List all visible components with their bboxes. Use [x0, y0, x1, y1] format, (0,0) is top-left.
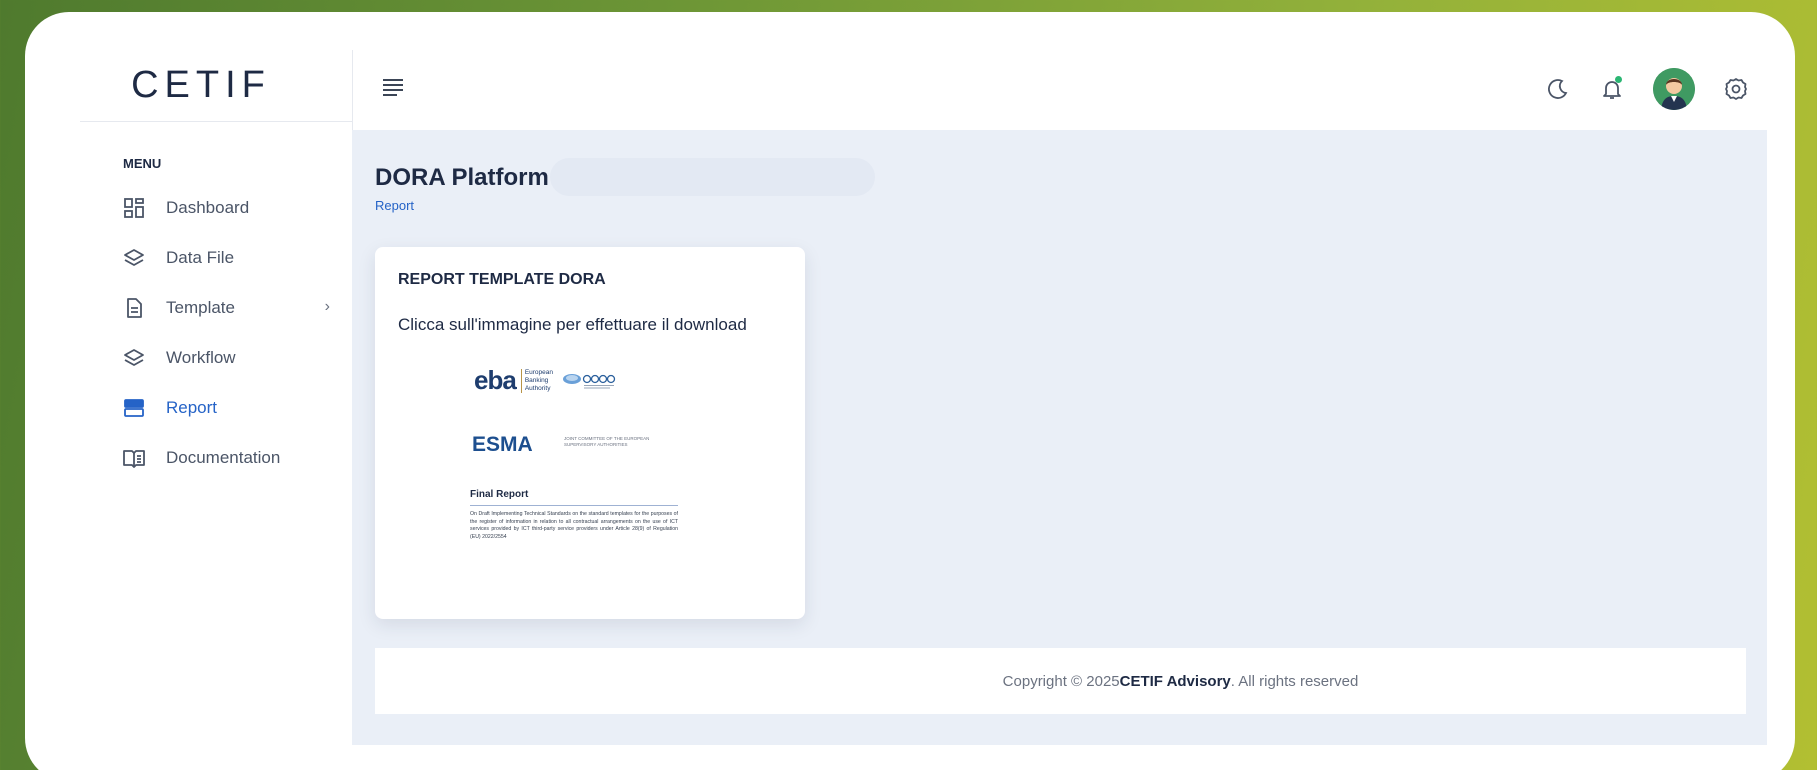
sidebar-item-dashboard[interactable]: Dashboard — [80, 183, 352, 233]
eba-logo-word: eba — [474, 365, 517, 395]
eba-logo: eba European Banking Authority — [474, 365, 553, 396]
esma-logo: ESMA — [472, 433, 533, 456]
sidebar-item-label: Workflow — [166, 348, 236, 367]
logo-area: CETIF — [80, 50, 352, 122]
sidebar-item-workflow[interactable]: Workflow — [80, 333, 352, 383]
menu-icon[interactable] — [381, 76, 405, 98]
eba-logo-text: European Banking Authority — [520, 368, 554, 393]
eiopa-logo — [562, 370, 620, 390]
layers-icon — [122, 246, 146, 270]
sidebar-item-data-file[interactable]: Data File — [80, 233, 352, 283]
title-decoration — [550, 158, 875, 196]
sidebar: CETIF MENU Dashboard Data File Template … — [80, 50, 352, 770]
card-instructions: Clicca sull'immagine per effettuare il d… — [398, 315, 747, 334]
notification-dot — [1615, 76, 1622, 83]
document-icon — [122, 296, 146, 320]
book-icon — [122, 446, 146, 470]
eba-line: Banking — [524, 376, 549, 384]
footer-rights: . All rights reserved — [1230, 672, 1359, 690]
main-content: DORA Platform Report REPORT TEMPLATE DOR… — [352, 130, 1767, 745]
eba-line: European — [524, 368, 554, 376]
breadcrumb[interactable]: Report — [375, 198, 414, 213]
page-title: DORA Platform — [375, 164, 549, 191]
avatar[interactable] — [1653, 68, 1695, 110]
gear-icon[interactable] — [1723, 76, 1749, 102]
sidebar-item-label: Dashboard — [166, 198, 250, 217]
server-icon — [122, 396, 146, 420]
report-title: Final Report — [470, 489, 529, 500]
sidebar-item-template[interactable]: Template › — [80, 283, 352, 333]
dashboard-icon — [122, 196, 146, 220]
sidebar-item-label: Report — [166, 398, 218, 417]
topbar — [352, 50, 1767, 130]
footer-copyright: Copyright © 2025 — [1002, 672, 1120, 690]
footer: Copyright © 2025 CETIF Advisory. All rig… — [375, 648, 1746, 714]
sidebar-nav: Dashboard Data File Template › Workflow … — [80, 183, 352, 483]
footer-company: CETIF Advisory — [1119, 672, 1231, 690]
brand-logo[interactable]: CETIF — [131, 64, 271, 107]
divider — [470, 505, 678, 506]
report-description: On Draft Implementing Technical Standard… — [470, 511, 678, 540]
joint-committee-note: JOINT COMMITTEE OF THE EUROPEAN SUPERVIS… — [564, 436, 650, 447]
sidebar-item-label: Data File — [166, 248, 235, 267]
app-window: CETIF MENU Dashboard Data File Template … — [25, 12, 1795, 770]
sidebar-item-documentation[interactable]: Documentation — [80, 433, 352, 483]
card-title: REPORT TEMPLATE DORA — [398, 271, 606, 288]
report-download-thumbnail[interactable]: eba European Banking Authority ESMA JOIN… — [470, 355, 678, 565]
report-template-card: REPORT TEMPLATE DORA Clicca sull'immagin… — [375, 247, 805, 619]
bell-icon[interactable] — [1599, 76, 1625, 102]
chevron-right-icon: › — [324, 298, 330, 315]
menu-title: MENU — [123, 156, 162, 171]
eba-line: Authority — [524, 384, 551, 392]
moon-icon[interactable] — [1545, 76, 1571, 102]
layers-icon — [122, 346, 146, 370]
topbar-actions — [1545, 68, 1749, 110]
sidebar-item-label: Documentation — [166, 448, 281, 467]
sidebar-item-label: Template — [166, 298, 235, 317]
sidebar-item-report[interactable]: Report — [80, 383, 352, 433]
